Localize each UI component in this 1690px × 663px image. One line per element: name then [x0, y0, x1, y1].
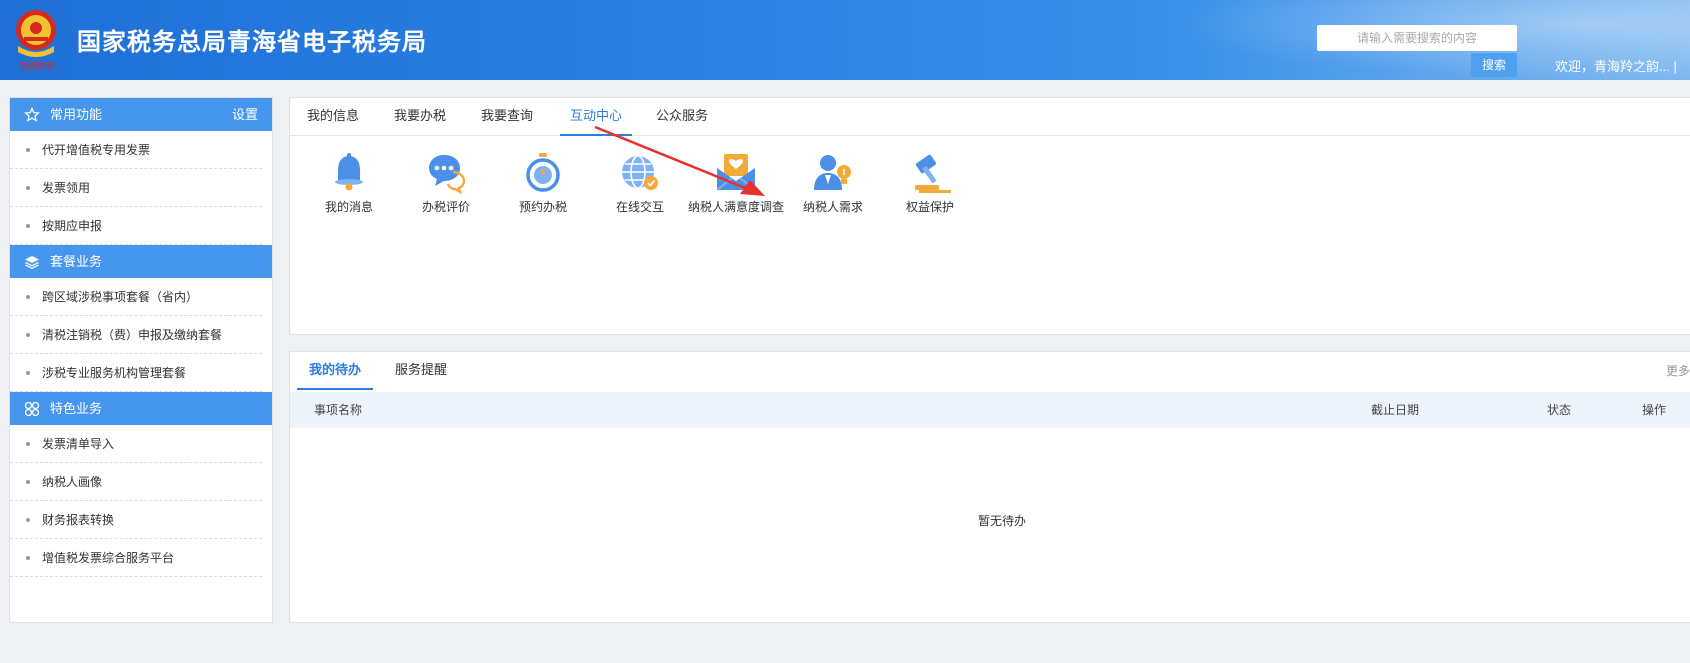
sidebar-section-featured: 特色业务	[10, 392, 272, 425]
globe-icon	[622, 155, 658, 190]
rights-protection-button[interactable]: 权益保护	[880, 150, 980, 215]
table-header: 事项名称 截止日期 状态 操作	[290, 392, 1690, 428]
sidebar-item[interactable]: 发票领用	[10, 169, 262, 207]
sidebar-item[interactable]: 清税注销税（费）申报及缴纳套餐	[10, 316, 262, 354]
tab-service-reminder[interactable]: 服务提醒	[395, 352, 447, 390]
welcome-text[interactable]: 欢迎，青海羚之韵... |	[1555, 56, 1677, 75]
column-header: 操作	[1642, 403, 1667, 417]
tax-evaluation-button[interactable]: 办税评价	[396, 150, 496, 215]
function-label: 预约办税	[518, 200, 567, 214]
tab-public-service[interactable]: 公众服务	[656, 98, 708, 136]
search-button[interactable]: 搜索	[1471, 53, 1517, 77]
online-interaction-button[interactable]: 在线交互	[590, 150, 690, 215]
sidebar-item[interactable]: 跨区域涉税事项套餐（省内）	[10, 278, 262, 316]
sidebar-item[interactable]: 财务报表转换	[10, 501, 262, 539]
todo-panel: 我的待办 服务提醒 更多 事项名称 截止日期 状态 操作 暂无待办	[289, 351, 1690, 623]
envelope-heart-icon	[716, 154, 756, 191]
settings-link[interactable]: 设置	[232, 98, 258, 131]
sidebar: 常用功能 设置 代开增值税专用发票 发票领用 按期应申报 套餐业务 跨区域涉税事…	[9, 97, 273, 623]
bell-icon	[335, 153, 363, 191]
function-label: 权益保护	[905, 200, 954, 214]
satisfaction-survey-button[interactable]: 纳税人满意度调查	[686, 150, 786, 215]
tab-interaction-center[interactable]: 互动中心	[560, 98, 632, 136]
column-header: 截止日期	[1371, 403, 1420, 417]
function-label: 纳税人需求	[802, 200, 863, 214]
sidebar-item[interactable]: 按期应申报	[10, 207, 262, 245]
search-input[interactable]	[1317, 25, 1517, 51]
tab-my-todo[interactable]: 我的待办	[297, 352, 373, 390]
layers-icon	[25, 256, 39, 270]
sidebar-section-title: 常用功能	[50, 107, 103, 122]
star-icon	[24, 107, 40, 122]
svg-text:中国税务: 中国税务	[18, 61, 55, 72]
service-panel: 我的信息 我要办税 我要查询 互动中心 公众服务 我的消息 办税评价 预约办税	[289, 97, 1690, 335]
more-link[interactable]: 更多	[1666, 362, 1690, 379]
user-bulb-icon	[814, 155, 851, 190]
tab-my-info[interactable]: 我的信息	[307, 98, 359, 136]
column-header: 事项名称	[314, 403, 363, 417]
my-messages-button[interactable]: 我的消息	[299, 150, 399, 215]
taxpayer-needs-button[interactable]: 纳税人需求	[783, 150, 883, 215]
appointment-button[interactable]: 预约办税	[493, 150, 593, 215]
chat-icon	[429, 155, 466, 195]
sidebar-item[interactable]: 代开增值税专用发票	[10, 131, 262, 169]
main-tab-bar: 我的信息 我要办税 我要查询 互动中心 公众服务	[290, 98, 1690, 136]
tab-query[interactable]: 我要查询	[481, 98, 533, 136]
site-title: 国家税务总局青海省电子税务局	[77, 28, 427, 56]
sidebar-section-title: 套餐业务	[50, 254, 103, 269]
sidebar-item[interactable]: 涉税专业服务机构管理套餐	[10, 354, 262, 392]
column-header: 状态	[1547, 403, 1572, 417]
sidebar-section-common: 常用功能 设置	[10, 98, 272, 131]
grid-icon	[24, 401, 40, 417]
sidebar-section-title: 特色业务	[50, 401, 103, 416]
empty-state-text: 暂无待办	[977, 514, 1026, 528]
gavel-icon	[915, 154, 951, 193]
top-banner: 中国税务 国家税务总局青海省电子税务局 搜索 欢迎，青海羚之韵... |	[0, 0, 1690, 80]
sidebar-item[interactable]: 发票清单导入	[10, 425, 262, 463]
tax-emblem-logo: 中国税务	[16, 10, 56, 72]
function-label: 在线交互	[615, 200, 664, 214]
todo-tab-bar: 我的待办 服务提醒 更多	[290, 352, 1690, 392]
function-label: 纳税人满意度调查	[687, 200, 784, 214]
sidebar-section-package: 套餐业务	[10, 245, 272, 278]
stopwatch-icon	[526, 153, 560, 192]
sidebar-item[interactable]: 纳税人画像	[10, 463, 262, 501]
function-label: 我的消息	[324, 200, 373, 214]
sidebar-item[interactable]: 增值税发票综合服务平台	[10, 539, 262, 577]
function-label: 办税评价	[421, 200, 470, 214]
tab-tax-handling[interactable]: 我要办税	[394, 98, 446, 136]
